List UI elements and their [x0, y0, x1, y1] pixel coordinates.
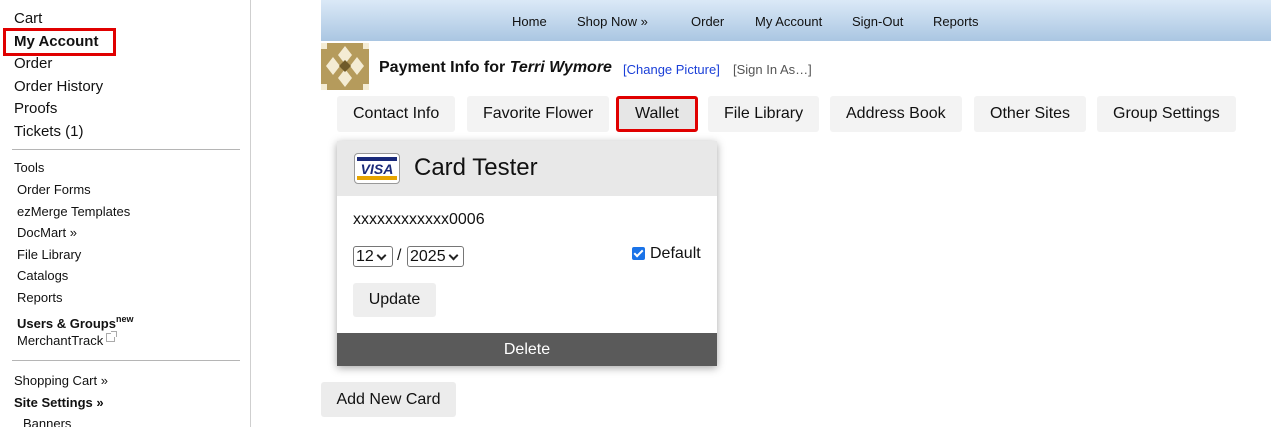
exp-separator: /	[397, 247, 402, 264]
delete-button[interactable]: Delete	[337, 333, 717, 366]
visa-bottom-band	[357, 176, 397, 180]
change-picture-link[interactable]: [Change Picture]	[623, 62, 720, 77]
page-title: Payment Info for Terri Wymore	[379, 59, 612, 77]
tab-other-sites[interactable]: Other Sites	[974, 96, 1087, 132]
exp-month-value: 12	[356, 248, 374, 265]
add-new-card-button[interactable]: Add New Card	[321, 382, 456, 417]
sidebar-item-order[interactable]: Order	[14, 53, 103, 76]
sidebar-item-order-history[interactable]: Order History	[14, 76, 103, 99]
update-button[interactable]: Update	[353, 283, 436, 317]
page-title-prefix: Payment Info for	[379, 59, 510, 76]
wallet-card: VISA Card Tester xxxxxxxxxxxx0006 12 / 2…	[337, 141, 717, 366]
tab-contact-info[interactable]: Contact Info	[337, 96, 456, 132]
sidebar: Cart My Account Order Order History Proo…	[0, 0, 251, 427]
tab-address-book[interactable]: Address Book	[830, 96, 962, 132]
sidebar-item-docmart[interactable]: DocMart »	[17, 222, 134, 244]
sidebar-bottom-menu: Shopping Cart » Site Settings » Banners	[14, 370, 108, 427]
card-number: xxxxxxxxxxxx0006	[353, 211, 485, 228]
chevron-down-icon	[376, 250, 387, 261]
exp-year-select[interactable]: 2025	[407, 246, 464, 267]
sidebar-item-site-settings[interactable]: Site Settings »	[14, 392, 108, 414]
sidebar-item-catalogs[interactable]: Catalogs	[17, 265, 134, 287]
tab-wallet[interactable]: Wallet	[616, 96, 698, 132]
tab-file-library[interactable]: File Library	[708, 96, 820, 132]
sidebar-item-ezmerge-templates[interactable]: ezMerge Templates	[17, 201, 134, 223]
nav-my-account[interactable]: My Account	[755, 14, 822, 29]
external-link-icon	[106, 331, 118, 343]
nav-shop-now[interactable]: Shop Now »	[577, 14, 648, 29]
new-badge: new	[115, 313, 134, 324]
exp-year-value: 2025	[410, 248, 446, 265]
sidebar-item-reports[interactable]: Reports	[17, 287, 134, 309]
chevron-down-icon	[448, 250, 459, 261]
user-name: Terri Wymore	[509, 59, 612, 76]
tab-favorite-flower[interactable]: Favorite Flower	[467, 96, 610, 132]
my-account-highlight	[3, 28, 116, 56]
sidebar-item-users-groups[interactable]: Users & Groupsnew	[17, 309, 134, 331]
default-label: Default	[650, 245, 701, 262]
card-name: Card Tester	[414, 154, 538, 181]
visa-icon: VISA	[354, 153, 400, 184]
sidebar-item-shopping-cart[interactable]: Shopping Cart »	[14, 370, 108, 392]
users-groups-label: Users & Groups	[17, 315, 116, 331]
merchanttrack-label: MerchantTrack	[17, 333, 104, 349]
sidebar-item-file-library[interactable]: File Library	[17, 244, 134, 266]
tools-heading: Tools	[14, 160, 45, 175]
sidebar-item-proofs[interactable]: Proofs	[14, 98, 103, 121]
nav-home[interactable]: Home	[512, 14, 547, 29]
tools-list: Order Forms ezMerge Templates DocMart » …	[17, 179, 134, 352]
nav-order[interactable]: Order	[691, 14, 724, 29]
avatar[interactable]	[321, 43, 369, 90]
default-checkbox[interactable]	[632, 247, 645, 260]
sign-in-as-link[interactable]: [Sign In As…]	[733, 62, 812, 77]
sidebar-item-order-forms[interactable]: Order Forms	[17, 179, 134, 201]
top-navigation: Home Shop Now » Order My Account Sign-Ou…	[321, 0, 1271, 41]
tab-group-settings[interactable]: Group Settings	[1097, 96, 1236, 132]
sidebar-divider	[12, 149, 240, 150]
visa-brand-text: VISA	[360, 161, 394, 177]
card-header: VISA Card Tester	[337, 141, 717, 196]
sidebar-item-tickets[interactable]: Tickets (1)	[14, 121, 103, 144]
nav-sign-out[interactable]: Sign-Out	[852, 14, 903, 29]
sidebar-item-banners[interactable]: Banners	[14, 413, 108, 427]
sidebar-item-merchanttrack[interactable]: MerchantTrack	[17, 330, 134, 352]
sidebar-divider	[12, 360, 240, 361]
exp-month-select[interactable]: 12	[353, 246, 393, 267]
nav-reports[interactable]: Reports	[933, 14, 979, 29]
